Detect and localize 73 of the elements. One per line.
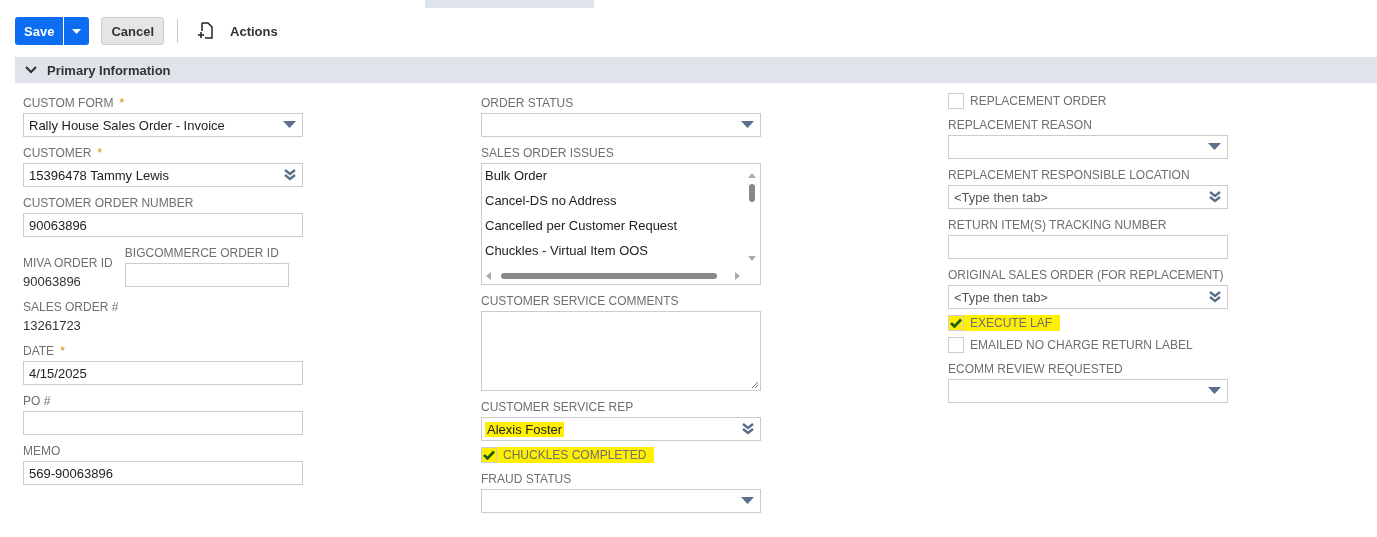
resize-grip-icon[interactable] (751, 381, 759, 389)
field-label: ORIGINAL SALES ORDER (FOR REPLACEMENT) (948, 267, 1225, 283)
field-value: 13261723 (23, 317, 82, 335)
dropdown-field[interactable] (481, 113, 761, 137)
list-option[interactable]: Cancelled per Customer Request (482, 214, 760, 239)
checkbox[interactable] (948, 337, 964, 353)
dropdown-field[interactable]: Rally House Sales Order - Invoice (23, 113, 303, 137)
field-label: PO # (23, 393, 52, 409)
field-label: RETURN ITEM(S) TRACKING NUMBER (948, 217, 1168, 233)
checkbox-label: EXECUTE LAF (970, 316, 1053, 330)
list-option[interactable]: Bulk Order (482, 164, 760, 189)
field-label: CUSTOMER SERVICE REP (481, 399, 635, 415)
section-title: Primary Information (47, 62, 171, 78)
field-label: ORDER STATUS (481, 95, 575, 111)
section-header[interactable]: Primary Information (15, 57, 1377, 83)
dropdown-field[interactable] (481, 489, 761, 513)
text-input[interactable]: 569-90063896 (23, 461, 303, 485)
text-input[interactable] (124, 263, 289, 287)
dropdown-field[interactable] (948, 379, 1228, 403)
dropdown-field[interactable] (948, 135, 1228, 159)
actions-menu-button[interactable]: Actions (230, 23, 278, 39)
double-chevron-icon[interactable] (742, 423, 754, 435)
add-document-icon[interactable] (196, 22, 214, 40)
text-input[interactable]: 4/15/2025 (23, 361, 303, 385)
dropdown-arrow-icon[interactable] (741, 497, 754, 505)
required-mark: * (60, 344, 65, 358)
field-label: CUSTOMER * (23, 145, 104, 161)
save-options-button[interactable] (64, 17, 90, 45)
text-input[interactable]: 90063896 (23, 213, 303, 237)
checkbox-label: CHUCKLES COMPLETED (503, 448, 647, 462)
checkbox[interactable] (481, 447, 497, 463)
caret-icon (72, 28, 82, 34)
lookup-field[interactable]: <Type then tab> (948, 285, 1228, 309)
dropdown-arrow-icon[interactable] (1208, 387, 1221, 395)
required-mark: * (97, 146, 103, 160)
dropdown-arrow-icon[interactable] (741, 121, 754, 129)
lookup-field[interactable]: <Type then tab> (948, 185, 1228, 209)
field-label: DATE * (23, 343, 66, 359)
save-button[interactable]: Save (15, 17, 65, 45)
required-mark: * (119, 96, 125, 110)
checkbox-label: EMAILED NO CHARGE RETURN LABEL (970, 338, 1193, 352)
field-label: REPLACEMENT REASON (948, 117, 1093, 133)
cancel-button[interactable]: Cancel (101, 17, 164, 45)
multi-select-list[interactable]: Bulk Order Cancel-DS no Address Cancelled per Customer Request Chuckles - Virtual Item OOS (481, 163, 761, 285)
field-label: MEMO (23, 443, 62, 459)
checkbox[interactable] (948, 93, 964, 109)
checkbox-label: REPLACEMENT ORDER (970, 94, 1107, 108)
field-value: 90063896 (23, 273, 82, 291)
list-option[interactable]: Cancel-DS no Address (482, 189, 760, 214)
double-chevron-icon[interactable] (284, 169, 296, 181)
field-label: REPLACEMENT RESPONSIBLE LOCATION (948, 167, 1191, 183)
double-chevron-icon[interactable] (1209, 291, 1221, 303)
text-input[interactable] (23, 411, 303, 435)
checkbox[interactable] (948, 315, 964, 331)
double-chevron-icon[interactable] (1209, 191, 1221, 203)
field-label: CUSTOMER SERVICE COMMENTS (481, 293, 680, 309)
text-input[interactable] (948, 235, 1228, 259)
dropdown-arrow-icon[interactable] (283, 121, 296, 129)
list-option[interactable]: Chuckles - Virtual Item OOS (482, 239, 760, 264)
field-label: CUSTOMER ORDER NUMBER (23, 195, 195, 211)
lookup-field[interactable]: 15396478 Tammy Lewis (23, 163, 303, 187)
chevron-icon (25, 66, 37, 74)
field-label: ECOMM REVIEW REQUESTED (948, 361, 1124, 377)
field-label: BIGCOMMERCE ORDER ID (124, 245, 280, 261)
field-label: SALES ORDER # (23, 299, 120, 315)
lookup-field[interactable]: Alexis Foster (481, 417, 761, 441)
field-label: MIVA ORDER ID (23, 255, 113, 271)
checkmark-icon (483, 450, 495, 460)
checkmark-icon (950, 318, 962, 328)
field-label: SALES ORDER ISSUES (481, 145, 615, 161)
dropdown-arrow-icon[interactable] (1208, 143, 1221, 151)
field-label: FRAUD STATUS (481, 471, 573, 487)
field-label: CUSTOM FORM * (23, 95, 126, 111)
